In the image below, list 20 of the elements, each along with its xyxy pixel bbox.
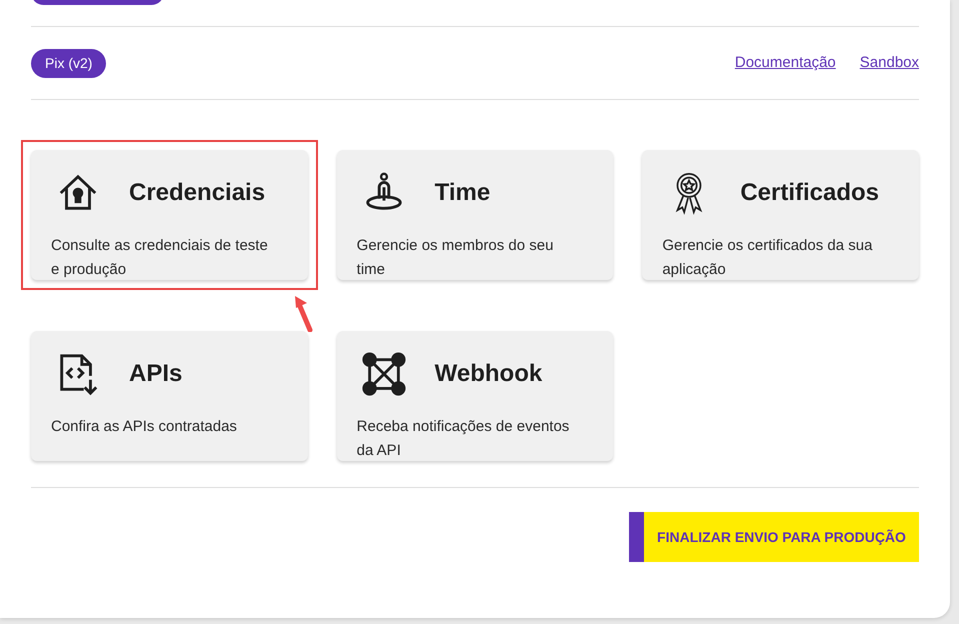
- card-description: Gerencie os membros do seu time: [356, 236, 554, 280]
- card-title: APIs: [129, 359, 182, 389]
- card-description: Gerencie os certificados da sua aplicação: [662, 236, 874, 280]
- network-nodes-icon: [360, 351, 407, 397]
- card-title: Webhook: [434, 359, 542, 389]
- feature-card[interactable]: Credenciais Consulte as credenciais de teste e produção: [31, 150, 308, 280]
- card-description: Consulte as credenciais de teste e produção: [51, 236, 269, 280]
- header-link[interactable]: Sandbox: [860, 52, 919, 74]
- card-description: Receba notificações de eventos da API: [356, 417, 570, 461]
- card-title: Time: [434, 178, 490, 208]
- card-title: Credenciais: [129, 178, 266, 208]
- finalize-button[interactable]: FINALIZAR ENVIO PARA PRODUÇÃO: [629, 512, 919, 562]
- feature-card[interactable]: Webhook Receba notificações de eventos da API: [336, 331, 614, 461]
- feature-card[interactable]: Certificados Gerencie os certificados da sua aplicação: [642, 150, 919, 280]
- feature-card[interactable]: APIs Confira as APIs contratadas: [31, 331, 308, 461]
- feature-card[interactable]: Time Gerencie os membros do seu time: [336, 150, 614, 280]
- card-description: Confira as APIs contratadas: [51, 417, 238, 437]
- version-badge: Pix (v2): [31, 48, 106, 78]
- header-link[interactable]: Documentação: [734, 52, 836, 74]
- card-title: Certificados: [740, 178, 880, 208]
